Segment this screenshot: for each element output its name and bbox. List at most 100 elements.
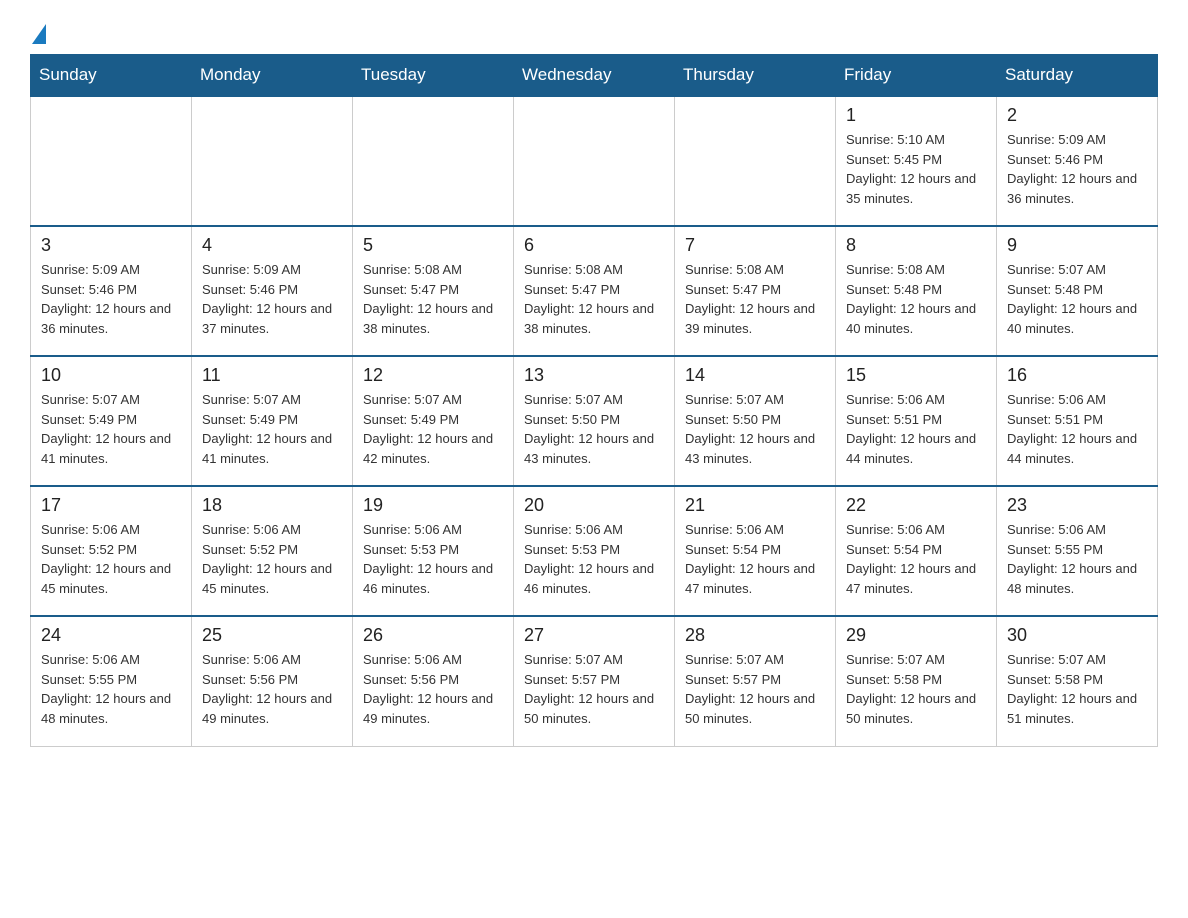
col-thursday: Thursday	[675, 55, 836, 97]
calendar-week-2: 3 Sunrise: 5:09 AMSunset: 5:46 PMDaylight…	[31, 226, 1158, 356]
day-number: 1	[846, 105, 986, 126]
calendar-cell: 20 Sunrise: 5:06 AMSunset: 5:53 PMDayligh…	[514, 486, 675, 616]
day-info: Sunrise: 5:10 AMSunset: 5:45 PMDaylight:…	[846, 130, 986, 208]
col-wednesday: Wednesday	[514, 55, 675, 97]
calendar-cell	[675, 96, 836, 226]
calendar-cell: 25Sunrise: 5:06 AMSunset: 5:56 PMDayligh…	[192, 616, 353, 746]
day-number: 3	[41, 235, 181, 256]
col-saturday: Saturday	[997, 55, 1158, 97]
day-info: Sunrise: 5:06 AMSunset: 5:55 PMDaylight:…	[41, 650, 181, 728]
calendar-header-row: Sunday Monday Tuesday Wednesday Thursday…	[31, 55, 1158, 97]
day-number: 9	[1007, 235, 1147, 256]
col-monday: Monday	[192, 55, 353, 97]
calendar-week-1: 1 Sunrise: 5:10 AMSunset: 5:45 PMDaylight…	[31, 96, 1158, 226]
calendar-cell: 16 Sunrise: 5:06 AMSunset: 5:51 PMDayligh…	[997, 356, 1158, 486]
day-info: Sunrise: 5:07 AMSunset: 5:58 PMDaylight:…	[1007, 650, 1147, 728]
day-info: Sunrise: 5:07 AMSunset: 5:49 PMDaylight:…	[41, 390, 181, 468]
calendar-cell: 13 Sunrise: 5:07 AMSunset: 5:50 PMDayligh…	[514, 356, 675, 486]
calendar-cell: 15 Sunrise: 5:06 AMSunset: 5:51 PMDayligh…	[836, 356, 997, 486]
day-info: Sunrise: 5:07 AMSunset: 5:50 PMDaylight:…	[685, 390, 825, 468]
calendar-cell: 6Sunrise: 5:08 AMSunset: 5:47 PMDaylight…	[514, 226, 675, 356]
calendar-cell: 11 Sunrise: 5:07 AMSunset: 5:49 PMDayligh…	[192, 356, 353, 486]
day-number: 30	[1007, 625, 1147, 646]
calendar-cell: 23 Sunrise: 5:06 AMSunset: 5:55 PMDayligh…	[997, 486, 1158, 616]
day-info: Sunrise: 5:08 AMSunset: 5:47 PMDaylight:…	[363, 260, 503, 338]
calendar-cell: 9Sunrise: 5:07 AMSunset: 5:48 PMDaylight…	[997, 226, 1158, 356]
day-number: 11	[202, 365, 342, 386]
calendar-cell: 24Sunrise: 5:06 AMSunset: 5:55 PMDayligh…	[31, 616, 192, 746]
day-number: 16	[1007, 365, 1147, 386]
day-number: 28	[685, 625, 825, 646]
day-number: 2	[1007, 105, 1147, 126]
day-info: Sunrise: 5:06 AMSunset: 5:55 PMDaylight:…	[1007, 520, 1147, 598]
day-info: Sunrise: 5:06 AMSunset: 5:56 PMDaylight:…	[363, 650, 503, 728]
day-info: Sunrise: 5:08 AMSunset: 5:47 PMDaylight:…	[685, 260, 825, 338]
day-number: 27	[524, 625, 664, 646]
day-info: Sunrise: 5:06 AMSunset: 5:54 PMDaylight:…	[846, 520, 986, 598]
logo-triangle-icon	[32, 24, 46, 44]
calendar-cell: 22Sunrise: 5:06 AMSunset: 5:54 PMDayligh…	[836, 486, 997, 616]
calendar-cell: 18 Sunrise: 5:06 AMSunset: 5:52 PMDayligh…	[192, 486, 353, 616]
day-number: 13	[524, 365, 664, 386]
day-number: 4	[202, 235, 342, 256]
day-number: 29	[846, 625, 986, 646]
day-number: 18	[202, 495, 342, 516]
day-info: Sunrise: 5:09 AMSunset: 5:46 PMDaylight:…	[202, 260, 342, 338]
calendar-cell: 26 Sunrise: 5:06 AMSunset: 5:56 PMDayligh…	[353, 616, 514, 746]
calendar-cell	[514, 96, 675, 226]
calendar-cell	[192, 96, 353, 226]
calendar-cell: 3 Sunrise: 5:09 AMSunset: 5:46 PMDaylight…	[31, 226, 192, 356]
day-info: Sunrise: 5:07 AMSunset: 5:49 PMDaylight:…	[363, 390, 503, 468]
calendar-week-4: 17Sunrise: 5:06 AMSunset: 5:52 PMDayligh…	[31, 486, 1158, 616]
calendar-week-3: 10 Sunrise: 5:07 AMSunset: 5:49 PMDayligh…	[31, 356, 1158, 486]
calendar-table: Sunday Monday Tuesday Wednesday Thursday…	[30, 54, 1158, 747]
calendar-cell: 12Sunrise: 5:07 AMSunset: 5:49 PMDayligh…	[353, 356, 514, 486]
calendar-cell: 21 Sunrise: 5:06 AMSunset: 5:54 PMDayligh…	[675, 486, 836, 616]
day-number: 15	[846, 365, 986, 386]
day-info: Sunrise: 5:07 AMSunset: 5:49 PMDaylight:…	[202, 390, 342, 468]
day-number: 8	[846, 235, 986, 256]
day-number: 23	[1007, 495, 1147, 516]
calendar-cell: 28 Sunrise: 5:07 AMSunset: 5:57 PMDayligh…	[675, 616, 836, 746]
col-friday: Friday	[836, 55, 997, 97]
day-number: 20	[524, 495, 664, 516]
day-info: Sunrise: 5:06 AMSunset: 5:51 PMDaylight:…	[1007, 390, 1147, 468]
day-info: Sunrise: 5:06 AMSunset: 5:53 PMDaylight:…	[524, 520, 664, 598]
calendar-week-5: 24Sunrise: 5:06 AMSunset: 5:55 PMDayligh…	[31, 616, 1158, 746]
day-number: 7	[685, 235, 825, 256]
logo	[30, 20, 46, 44]
day-info: Sunrise: 5:07 AMSunset: 5:57 PMDaylight:…	[524, 650, 664, 728]
day-info: Sunrise: 5:06 AMSunset: 5:54 PMDaylight:…	[685, 520, 825, 598]
calendar-cell: 10 Sunrise: 5:07 AMSunset: 5:49 PMDayligh…	[31, 356, 192, 486]
day-info: Sunrise: 5:06 AMSunset: 5:52 PMDaylight:…	[41, 520, 181, 598]
calendar-cell: 2 Sunrise: 5:09 AMSunset: 5:46 PMDaylight…	[997, 96, 1158, 226]
col-sunday: Sunday	[31, 55, 192, 97]
calendar-cell: 8 Sunrise: 5:08 AMSunset: 5:48 PMDaylight…	[836, 226, 997, 356]
calendar-cell: 29 Sunrise: 5:07 AMSunset: 5:58 PMDayligh…	[836, 616, 997, 746]
day-number: 14	[685, 365, 825, 386]
calendar-cell	[353, 96, 514, 226]
calendar-cell: 17Sunrise: 5:06 AMSunset: 5:52 PMDayligh…	[31, 486, 192, 616]
day-info: Sunrise: 5:09 AMSunset: 5:46 PMDaylight:…	[1007, 130, 1147, 208]
day-info: Sunrise: 5:08 AMSunset: 5:48 PMDaylight:…	[846, 260, 986, 338]
day-number: 21	[685, 495, 825, 516]
day-number: 10	[41, 365, 181, 386]
day-info: Sunrise: 5:06 AMSunset: 5:51 PMDaylight:…	[846, 390, 986, 468]
day-number: 26	[363, 625, 503, 646]
calendar-cell: 4 Sunrise: 5:09 AMSunset: 5:46 PMDaylight…	[192, 226, 353, 356]
day-info: Sunrise: 5:07 AMSunset: 5:58 PMDaylight:…	[846, 650, 986, 728]
day-info: Sunrise: 5:06 AMSunset: 5:52 PMDaylight:…	[202, 520, 342, 598]
calendar-cell: 5Sunrise: 5:08 AMSunset: 5:47 PMDaylight…	[353, 226, 514, 356]
calendar-cell: 19Sunrise: 5:06 AMSunset: 5:53 PMDayligh…	[353, 486, 514, 616]
day-info: Sunrise: 5:07 AMSunset: 5:57 PMDaylight:…	[685, 650, 825, 728]
day-number: 19	[363, 495, 503, 516]
day-info: Sunrise: 5:07 AMSunset: 5:50 PMDaylight:…	[524, 390, 664, 468]
col-tuesday: Tuesday	[353, 55, 514, 97]
calendar-cell: 14 Sunrise: 5:07 AMSunset: 5:50 PMDayligh…	[675, 356, 836, 486]
calendar-cell: 27 Sunrise: 5:07 AMSunset: 5:57 PMDayligh…	[514, 616, 675, 746]
calendar-cell: 30 Sunrise: 5:07 AMSunset: 5:58 PMDayligh…	[997, 616, 1158, 746]
day-number: 25	[202, 625, 342, 646]
day-info: Sunrise: 5:09 AMSunset: 5:46 PMDaylight:…	[41, 260, 181, 338]
day-info: Sunrise: 5:08 AMSunset: 5:47 PMDaylight:…	[524, 260, 664, 338]
calendar-cell: 1 Sunrise: 5:10 AMSunset: 5:45 PMDaylight…	[836, 96, 997, 226]
